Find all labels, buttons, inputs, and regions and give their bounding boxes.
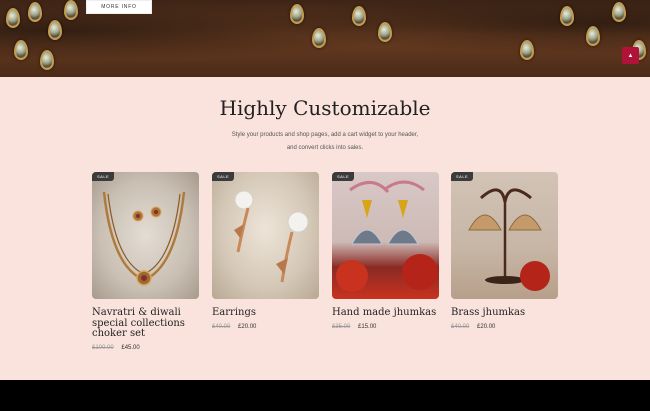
brass-jhumkas-image (468, 188, 550, 291)
jewel-image (6, 8, 20, 28)
jewel-image (40, 50, 54, 70)
jewel-image (612, 2, 626, 22)
product-price: £35.00 £15.00 (332, 324, 439, 330)
sale-badge: SALE (332, 172, 355, 181)
original-price: £35.00 (332, 323, 351, 330)
product-card[interactable]: SALE Navratri & diwali special collectio… (92, 172, 199, 351)
sale-badge: SALE (212, 172, 235, 181)
original-price: £40.00 (451, 323, 470, 330)
product-price: £40.00 £20.00 (451, 324, 558, 330)
sale-price: £15.00 (358, 323, 377, 330)
jewel-image (64, 0, 78, 20)
scroll-to-top-button[interactable]: ▲ (622, 47, 639, 64)
hero-banner: MORE INFO (0, 0, 650, 77)
sale-badge: SALE (92, 172, 115, 181)
product-image[interactable]: SALE (92, 172, 199, 299)
sale-badge: SALE (451, 172, 474, 181)
product-card[interactable]: SALE Hand made jhumkas £35.00 £15.00 (332, 172, 439, 330)
jhumkas-image (336, 180, 438, 292)
section-title: Highly Customizable (219, 96, 431, 120)
product-image[interactable]: SALE (212, 172, 319, 299)
product-image[interactable]: SALE (451, 172, 558, 299)
jewel-image (586, 26, 600, 46)
sale-price: £20.00 (238, 323, 257, 330)
product-image[interactable]: SALE (332, 172, 439, 299)
jewel-image (560, 6, 574, 26)
more-info-button[interactable]: MORE INFO (86, 0, 152, 14)
jewel-image (520, 40, 534, 60)
subtitle-line: and convert clicks into sales. (286, 145, 364, 151)
product-name[interactable]: Earrings (212, 307, 319, 319)
sale-price: £45.00 (121, 344, 140, 351)
jewel-image (48, 20, 62, 40)
earrings-image (234, 190, 309, 283)
jewel-image (378, 22, 392, 42)
product-price: £40.00 £20.00 (212, 324, 319, 330)
jewel-image (28, 2, 42, 22)
chevron-up-icon: ▲ (627, 52, 634, 59)
original-price: £100.00 (92, 344, 114, 351)
section-subtitle: Style your products and shop pages, add … (0, 129, 650, 155)
jewel-image (290, 4, 304, 24)
product-name[interactable]: Hand made jhumkas (332, 307, 439, 319)
sale-price: £20.00 (477, 323, 496, 330)
original-price: £40.00 (212, 323, 231, 330)
jewel-image (14, 40, 28, 60)
product-card[interactable]: SALE Brass jhumkas £40.00 £20.00 (451, 172, 558, 330)
product-price: £100.00 £45.00 (92, 345, 199, 351)
jewel-image (352, 6, 366, 26)
product-name[interactable]: Navratri & diwali special collections ch… (92, 307, 199, 340)
jewel-image (312, 28, 326, 48)
necklace-image (102, 191, 186, 286)
footer (0, 380, 650, 411)
product-name[interactable]: Brass jhumkas (451, 307, 558, 319)
product-card[interactable]: SALE Earrings £40.00 £20.00 (212, 172, 319, 330)
subtitle-line: Style your products and shop pages, add … (231, 132, 419, 138)
